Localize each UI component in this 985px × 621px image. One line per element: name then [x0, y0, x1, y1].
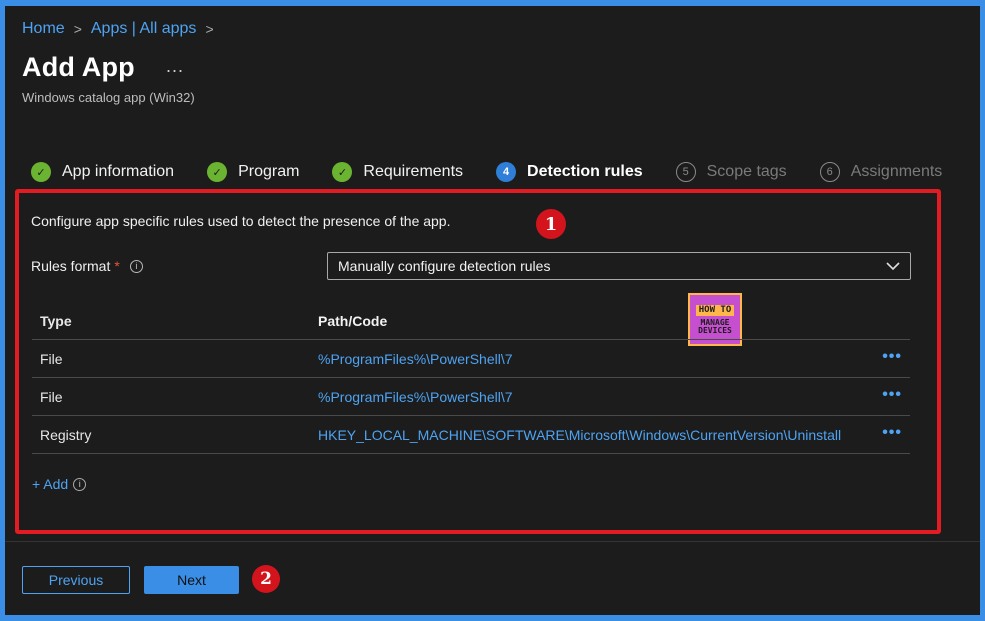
app-window: Home > Apps | All apps > Add App ... Win…	[5, 6, 980, 615]
page-title: Add App	[22, 52, 135, 82]
table-header: Type Path/Code	[32, 303, 910, 340]
cell-type: Registry	[40, 426, 92, 443]
page-subtitle: Windows catalog app (Win32)	[22, 90, 195, 105]
step-scope-tags[interactable]: 5 Scope tags	[675, 162, 787, 182]
cell-type: File	[40, 388, 63, 405]
more-options-icon[interactable]: ...	[166, 56, 184, 77]
breadcrumb-home-link[interactable]: Home	[22, 20, 65, 38]
rules-format-selected: Manually configure detection rules	[338, 258, 551, 274]
table-row[interactable]: File %ProgramFiles%\PowerShell\7 •••	[32, 378, 910, 416]
step-detection-rules[interactable]: 4 Detection rules	[496, 162, 643, 182]
row-more-icon[interactable]: •••	[882, 386, 902, 404]
annotation-badge-2: 2	[252, 565, 280, 593]
step-program[interactable]: ✓ Program	[207, 162, 299, 182]
column-header-type: Type	[40, 313, 72, 329]
table-row[interactable]: Registry HKEY_LOCAL_MACHINE\SOFTWARE\Mic…	[32, 416, 910, 454]
required-marker: *	[114, 258, 120, 274]
row-more-icon[interactable]: •••	[882, 424, 902, 442]
detection-rules-table: Type Path/Code File %ProgramFiles%\Power…	[32, 303, 910, 454]
step-label: App information	[62, 163, 175, 180]
cell-path-link[interactable]: %ProgramFiles%\PowerShell\7	[318, 351, 868, 367]
row-more-icon[interactable]: •••	[882, 348, 902, 366]
checkmark-icon: ✓	[207, 162, 228, 182]
step-app-information[interactable]: ✓ App information	[31, 162, 174, 182]
breadcrumb-apps-link[interactable]: Apps | All apps	[91, 20, 197, 38]
step-label: Assignments	[850, 163, 943, 180]
step-label: Detection rules	[527, 163, 643, 180]
step-requirements[interactable]: ✓ Requirements	[332, 162, 463, 182]
next-button[interactable]: Next	[144, 566, 239, 594]
section-description: Configure app specific rules used to det…	[31, 213, 451, 229]
breadcrumb: Home > Apps | All apps >	[22, 20, 223, 38]
step-label: Scope tags	[706, 163, 787, 180]
cell-path-link[interactable]: HKEY_LOCAL_MACHINE\SOFTWARE\Microsoft\Wi…	[318, 427, 868, 443]
step-number-icon: 4	[496, 162, 517, 182]
rules-format-label-text: Rules format	[31, 258, 111, 274]
cell-type: File	[40, 350, 63, 367]
step-number-icon: 5	[675, 162, 696, 182]
chevron-down-icon	[886, 262, 900, 271]
step-label: Program	[238, 163, 300, 180]
info-icon[interactable]: i	[129, 259, 143, 273]
breadcrumb-separator-icon: >	[205, 21, 214, 37]
info-icon[interactable]: i	[73, 477, 87, 491]
previous-button[interactable]: Previous	[22, 566, 130, 594]
step-label: Requirements	[363, 163, 464, 180]
column-header-path: Path/Code	[318, 313, 388, 329]
add-rule-link[interactable]: + Add i	[32, 476, 87, 492]
step-assignments[interactable]: 6 Assignments	[819, 162, 943, 182]
table-row[interactable]: File %ProgramFiles%\PowerShell\7 •••	[32, 340, 910, 378]
wizard-steps: ✓ App information ✓ Program ✓ Requiremen…	[31, 162, 975, 182]
footer-divider	[5, 541, 980, 542]
cell-path-link[interactable]: %ProgramFiles%\PowerShell\7	[318, 389, 868, 405]
add-rule-label[interactable]: + Add	[32, 476, 68, 492]
checkmark-icon: ✓	[31, 162, 51, 182]
annotation-badge-1: 1	[536, 209, 566, 239]
checkmark-icon: ✓	[332, 162, 353, 182]
rules-format-dropdown[interactable]: Manually configure detection rules	[327, 252, 911, 280]
rules-format-label: Rules format * i	[31, 258, 143, 274]
breadcrumb-separator-icon: >	[73, 21, 82, 37]
step-number-icon: 6	[819, 162, 840, 182]
